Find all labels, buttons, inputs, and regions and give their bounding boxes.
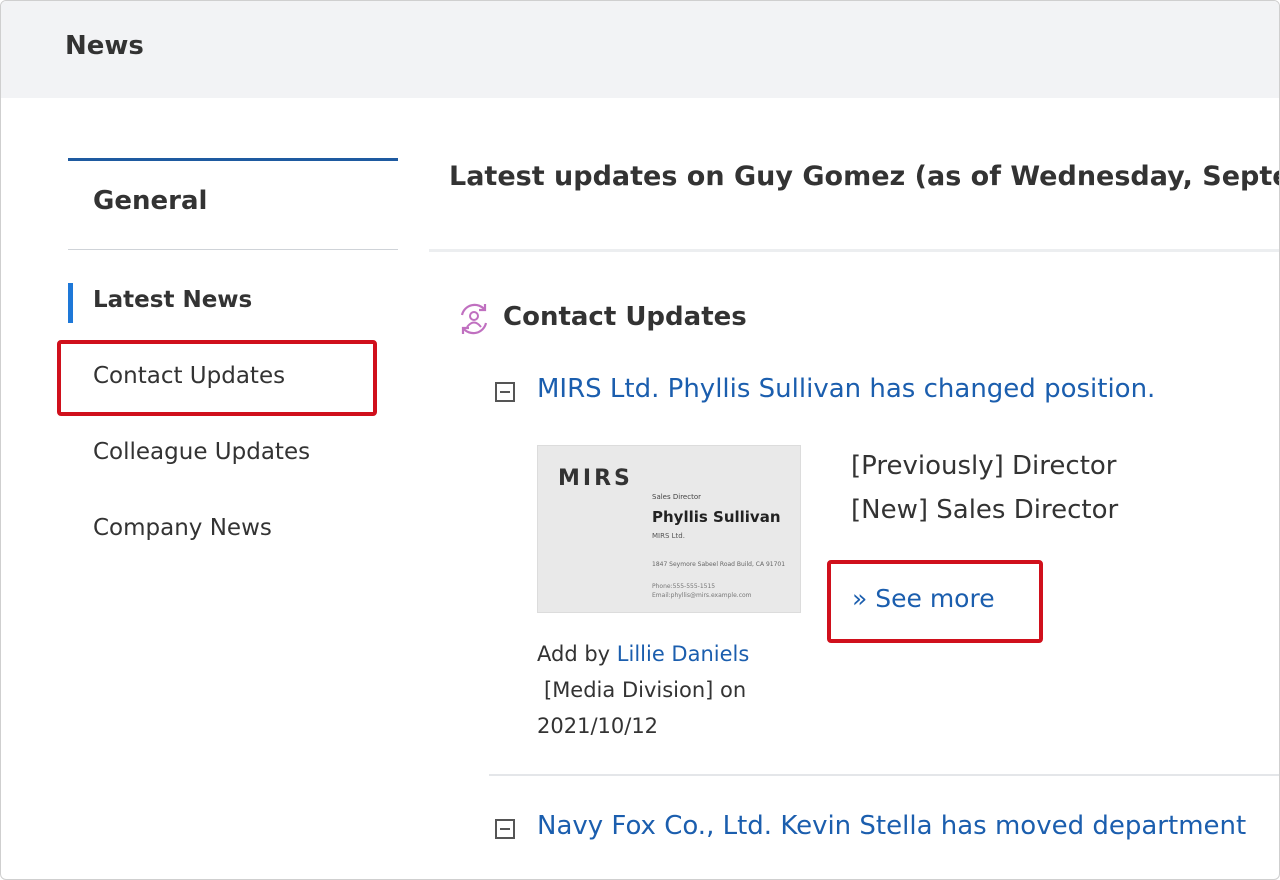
card-company: MIRS Ltd. xyxy=(652,532,685,540)
card-title: Sales Director xyxy=(652,493,701,501)
active-indicator xyxy=(68,283,73,323)
sidebar-item-colleague-updates[interactable]: Colleague Updates xyxy=(93,439,310,465)
collapse-icon[interactable] xyxy=(495,819,515,839)
card-brand: MIRS xyxy=(558,466,633,491)
added-division: [Media Division] on xyxy=(544,678,747,702)
main-heading: Latest updates on Guy Gomez (as of Wedne… xyxy=(449,161,1280,192)
previous-position: [Previously] Director xyxy=(851,451,1117,481)
main-divider xyxy=(429,249,1279,252)
collapse-icon[interactable] xyxy=(495,382,515,402)
card-address: 1847 Seymore Sabeel Road Build, CA 91701 xyxy=(652,561,786,568)
card-phone: Phone:555-555-1515 Email:phyllis@mirs.ex… xyxy=(652,582,752,600)
sidebar-item-latest-news[interactable]: Latest News xyxy=(93,287,252,313)
business-card-image[interactable]: MIRS Sales Director Phyllis Sullivan MIR… xyxy=(537,445,801,613)
card-email-text: Email:phyllis@mirs.example.com xyxy=(652,592,752,599)
section-title: Contact Updates xyxy=(503,302,747,332)
page-title: News xyxy=(65,31,144,61)
added-by-link[interactable]: Lillie Daniels xyxy=(617,642,750,666)
sidebar-divider xyxy=(68,249,398,250)
top-bar: News xyxy=(1,1,1279,98)
sidebar-top-line xyxy=(68,158,398,161)
item-divider xyxy=(489,774,1279,776)
added-prefix: Add by xyxy=(537,642,611,666)
card-phone-text: Phone:555-555-1515 xyxy=(652,583,716,590)
sidebar-item-company-news[interactable]: Company News xyxy=(93,515,272,541)
news-item-link[interactable]: Navy Fox Co., Ltd. Kevin Stella has move… xyxy=(537,811,1246,841)
new-position: [New] Sales Director xyxy=(851,495,1119,525)
card-name: Phyllis Sullivan xyxy=(652,508,781,526)
added-by-line: Add by Lillie Daniels xyxy=(537,642,749,666)
news-item-link[interactable]: MIRS Ltd. Phyllis Sullivan has changed p… xyxy=(537,374,1155,404)
app-window: News General Latest News Contact Updates… xyxy=(0,0,1280,880)
contact-update-icon xyxy=(460,303,488,335)
highlight-box-see-more xyxy=(827,560,1043,643)
added-date: 2021/10/12 xyxy=(537,714,659,738)
highlight-box-contact-updates xyxy=(57,340,377,416)
sidebar-section-title: General xyxy=(93,186,208,216)
